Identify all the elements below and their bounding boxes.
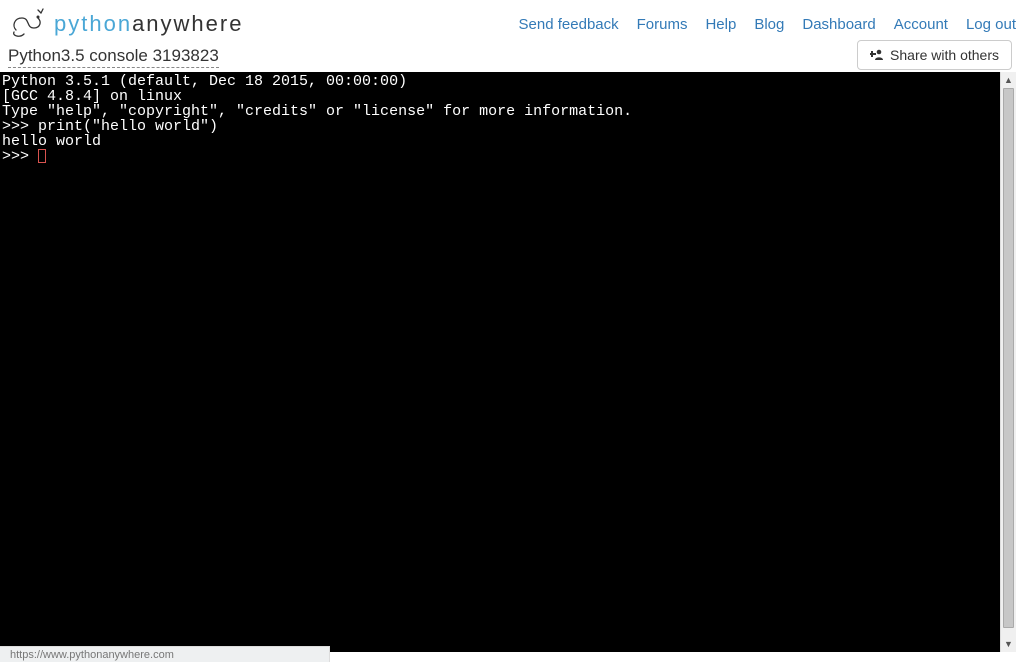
vertical-scrollbar[interactable]: ▲ ▼: [1000, 72, 1016, 652]
snake-logo-icon: [8, 8, 48, 40]
nav-blog[interactable]: Blog: [754, 16, 784, 33]
share-button[interactable]: Share with others: [857, 40, 1012, 70]
browser-status-bar: https://www.pythonanywhere.com: [0, 646, 330, 662]
terminal-cursor: [38, 149, 46, 163]
share-button-label: Share with others: [890, 47, 999, 63]
nav-account[interactable]: Account: [894, 16, 948, 33]
status-url: https://www.pythonanywhere.com: [10, 649, 174, 661]
subheader: Python3.5 console 3193823 Share with oth…: [0, 46, 1016, 72]
scroll-up-arrow-icon[interactable]: ▲: [1001, 72, 1016, 88]
terminal-container: Python 3.5.1 (default, Dec 18 2015, 00:0…: [0, 72, 1016, 652]
nav-help[interactable]: Help: [705, 16, 736, 33]
logo-text: pythonanywhere: [54, 11, 243, 37]
add-user-icon: [870, 48, 884, 62]
terminal-line: hello world: [2, 134, 1000, 149]
terminal-line: Python 3.5.1 (default, Dec 18 2015, 00:0…: [2, 74, 1000, 89]
top-nav: Send feedback Forums Help Blog Dashboard…: [519, 16, 1016, 33]
scroll-down-arrow-icon[interactable]: ▼: [1001, 636, 1016, 652]
terminal-line: Type "help", "copyright", "credits" or "…: [2, 104, 1000, 119]
terminal[interactable]: Python 3.5.1 (default, Dec 18 2015, 00:0…: [0, 72, 1000, 652]
nav-dashboard[interactable]: Dashboard: [802, 16, 875, 33]
nav-send-feedback[interactable]: Send feedback: [519, 16, 619, 33]
terminal-prompt-line: >>>: [2, 149, 1000, 164]
terminal-line: >>> print("hello world"): [2, 119, 1000, 134]
terminal-line: [GCC 4.8.4] on linux: [2, 89, 1000, 104]
terminal-prompt: >>>: [2, 148, 38, 165]
nav-logout[interactable]: Log out: [966, 16, 1016, 33]
logo[interactable]: pythonanywhere: [8, 8, 243, 40]
scrollbar-thumb[interactable]: [1003, 88, 1014, 628]
nav-forums[interactable]: Forums: [637, 16, 688, 33]
console-title[interactable]: Python3.5 console 3193823: [8, 46, 219, 68]
